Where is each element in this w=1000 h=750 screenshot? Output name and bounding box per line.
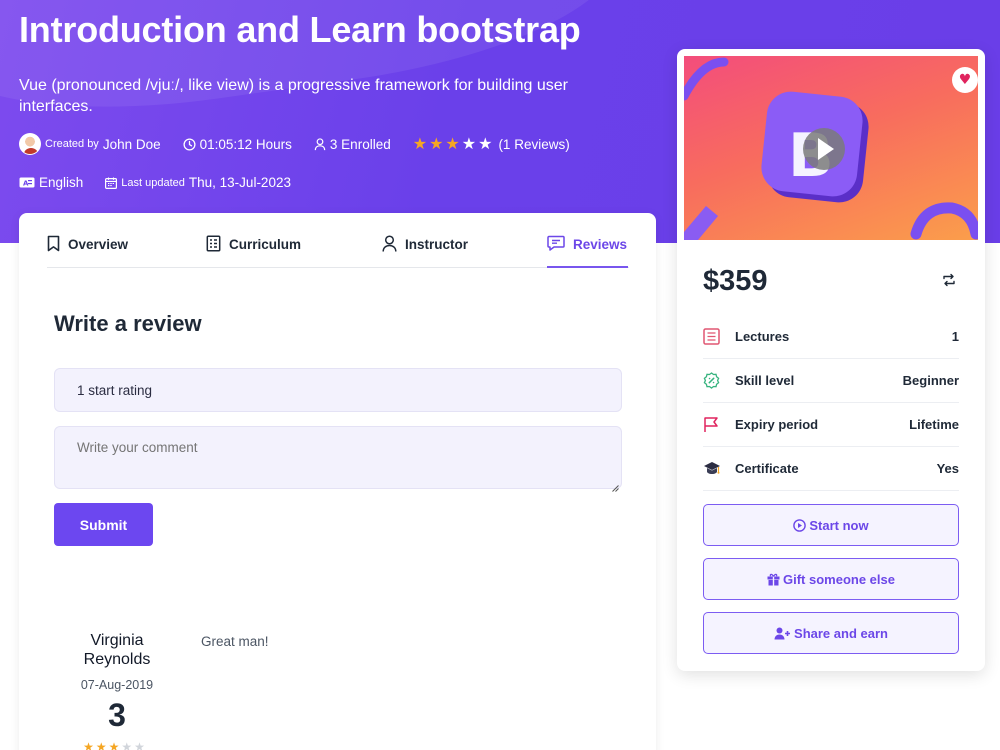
tab-label: Curriculum [229,237,302,252]
detail-value: Yes [936,461,959,476]
course-price: $359 [703,265,768,297]
detail-row-skill-level: Skill level Beginner [703,359,959,403]
detail-label: Expiry period [735,417,819,432]
comment-input[interactable] [54,426,622,489]
flag-icon [703,416,725,433]
rating-select[interactable]: 1 start rating [54,368,622,412]
star-empty-icon: ★ [461,134,477,153]
detail-label: Certificate [735,461,799,476]
course-description: Vue (pronounced /vjuː/, like view) is a … [19,77,568,115]
tab-label: Reviews [573,237,628,252]
button-label: Gift someone else [783,571,895,587]
button-label: Start now [809,517,869,533]
rating-meta: ★ ★ ★ ★ ★ (1 Reviews) [413,136,570,152]
avatar [19,133,41,155]
tab-label: Overview [68,237,129,252]
detail-value: Beginner [902,373,959,388]
clock-icon [183,137,196,151]
enrolled-meta: 3 Enrolled [314,137,391,152]
detail-row-expiry: Expiry period Lifetime [703,403,959,447]
star-filled-icon: ★ [83,740,94,750]
course-title: Introduction and Learn bootstrap [19,9,581,50]
lectures-icon [703,328,725,345]
enrolled-count: 3 Enrolled [329,136,391,152]
graduation-cap-icon [703,461,725,476]
tab-instructor[interactable]: Instructor [382,235,469,268]
course-tabs: Overview Curriculum Instructor Reviews [47,235,629,268]
duration-meta: 01:05:12 Hours [183,137,292,152]
tab-reviews[interactable]: Reviews [547,235,628,268]
review-author-block: Virginia Reynolds 07-Aug-2019 3 ★ ★ ★ ★ ★ [62,631,172,750]
course-purchase-card: B ♥ $359 Lectures 1 Skill level Beginner… [677,49,985,671]
detail-row-certificate: Certificate Yes [703,447,959,491]
language-meta: A English [19,175,83,190]
review-text: Great man! [201,634,269,649]
author-meta: Created by John Doe [19,133,161,155]
review-date: 07-Aug-2019 [80,678,154,692]
wishlist-heart-icon[interactable]: ♥ [952,67,978,93]
gift-icon [767,573,780,586]
language: English [39,175,84,190]
star-filled-icon: ★ [445,134,460,153]
list-document-icon [206,235,221,255]
detail-value: 1 [951,329,959,344]
detail-row-lectures: Lectures 1 [703,315,959,359]
bootstrap-logo-illustration: B [684,57,978,240]
last-updated: Thu, 13-Jul-2023 [188,175,291,190]
detail-label: Lectures [735,329,790,344]
gift-button[interactable]: Gift someone else [703,558,959,600]
detail-label: Skill level [735,373,795,388]
review-stars: ★ ★ ★ ★ ★ [62,739,168,750]
duration: 01:05:12 Hours [199,136,292,152]
star-filled-icon: ★ [108,740,120,750]
course-meta-row-2: A English Last updated Thu, 13-Jul-2023 [19,175,313,190]
course-thumbnail[interactable]: B ♥ [684,56,978,240]
updated-meta: Last updated Thu, 13-Jul-2023 [105,175,291,190]
user-icon [314,137,326,151]
course-meta-row: Created by John Doe 01:05:12 Hours 3 Enr… [19,133,592,155]
created-by-label: Created by [45,138,99,150]
chat-icon [547,235,565,254]
skill-level-icon [703,372,725,389]
start-now-button[interactable]: Start now [703,504,959,546]
last-updated-label: Last updated [121,176,185,189]
detail-value: Lifetime [909,417,959,432]
reviews-count: (1 Reviews) [498,136,570,152]
rating-stars: ★ ★ ★ ★ ★ [413,136,495,152]
language-icon: A [19,177,35,188]
play-circle-icon [793,518,807,532]
button-label: Share and earn [794,625,888,641]
reviewer-name: Virginia Reynolds [83,632,151,668]
tab-overview[interactable]: Overview [47,235,129,268]
course-content-card: Overview Curriculum Instructor Reviews W… [19,213,656,750]
bookmark-icon [47,235,60,255]
submit-review-button[interactable]: Submit [54,503,153,546]
resize-handle-icon[interactable] [611,479,619,492]
review-form-heading: Write a review [54,311,202,336]
calendar-icon [105,177,118,189]
star-filled-icon: ★ [412,134,428,153]
user-icon [382,235,397,255]
share-earn-button[interactable]: Share and earn [703,612,959,654]
star-empty-icon: ★ [134,740,145,750]
star-filled-icon: ★ [429,134,444,153]
tab-label: Instructor [405,237,469,252]
star-empty-icon: ★ [121,740,133,750]
author-name[interactable]: John Doe [103,137,161,152]
review-score: 3 [108,697,126,733]
tab-curriculum[interactable]: Curriculum [206,235,302,268]
refresh-icon[interactable] [942,273,956,292]
star-filled-icon: ★ [95,740,107,750]
user-plus-icon [774,627,791,640]
star-empty-icon: ★ [478,134,493,153]
